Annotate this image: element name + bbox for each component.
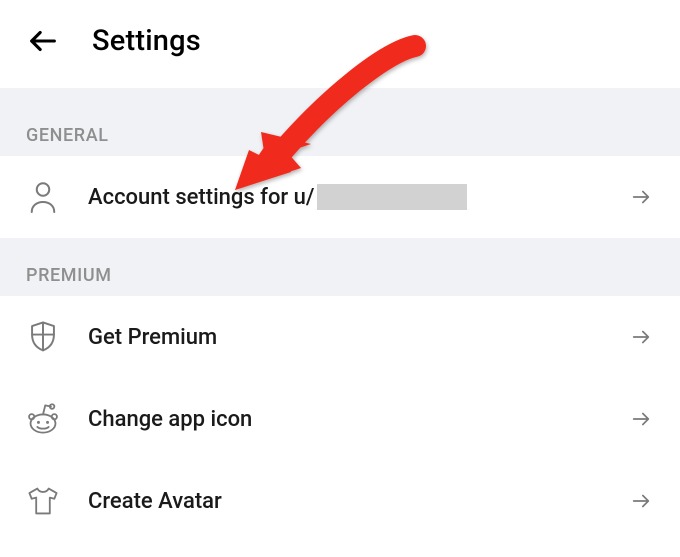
- back-button[interactable]: [26, 21, 66, 61]
- item-label: Get Premium: [88, 325, 628, 350]
- item-label: Change app icon: [88, 407, 628, 432]
- item-label: Account settings for u/: [88, 184, 628, 210]
- section-header-premium: PREMIUM: [0, 238, 680, 296]
- chevron-right-icon: [628, 490, 654, 512]
- back-arrow-icon: [26, 24, 60, 58]
- item-get-premium[interactable]: Get Premium: [0, 296, 680, 378]
- item-create-avatar[interactable]: Create Avatar: [0, 460, 680, 542]
- item-label: Create Avatar: [88, 489, 628, 514]
- item-label-text: Account settings for u/: [88, 185, 315, 210]
- chevron-right-icon: [628, 408, 654, 430]
- person-icon: [26, 180, 60, 214]
- item-account-settings[interactable]: Account settings for u/: [0, 156, 680, 238]
- chevron-right-icon: [628, 186, 654, 208]
- section-header-label: GENERAL: [26, 125, 109, 146]
- chevron-right-icon: [628, 326, 654, 348]
- section-header-general: GENERAL: [0, 88, 680, 156]
- shirt-icon: [26, 485, 60, 517]
- redacted-username: [317, 184, 467, 210]
- item-change-app-icon[interactable]: Change app icon: [0, 378, 680, 460]
- page-title: Settings: [92, 24, 201, 58]
- section-header-label: PREMIUM: [26, 265, 112, 286]
- header: Settings: [0, 0, 680, 88]
- shield-icon: [26, 320, 60, 354]
- settings-screen: Settings GENERAL Account settings for u/…: [0, 0, 680, 557]
- reddit-icon: [26, 403, 60, 435]
